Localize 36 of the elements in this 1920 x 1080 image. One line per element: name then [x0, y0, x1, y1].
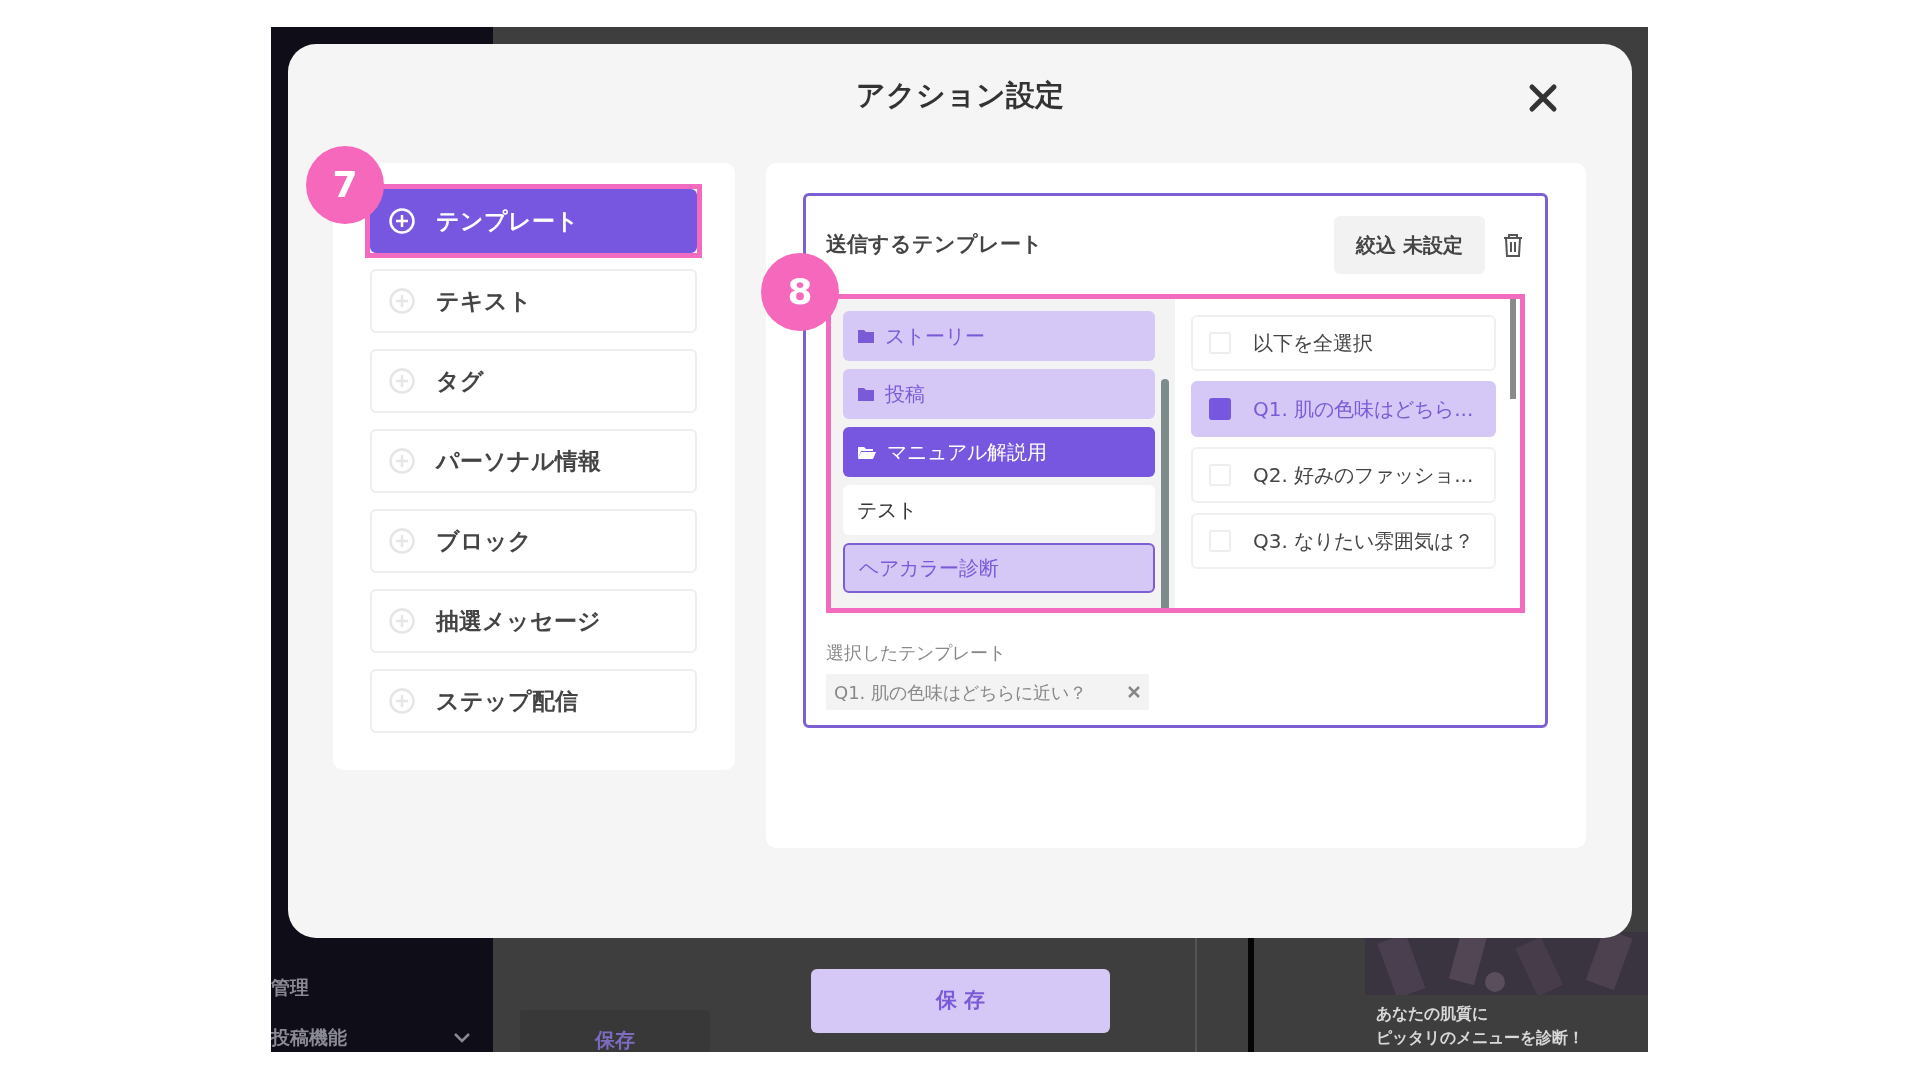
- promo-text: あなたの肌質に: [1376, 1003, 1488, 1025]
- folder-icon: [857, 328, 875, 344]
- action-type-button[interactable]: 抽選メッセージ: [370, 589, 697, 653]
- field-label: 選択したテンプレート: [826, 641, 1007, 665]
- plus-icon: [388, 607, 416, 635]
- step-badge: 7: [306, 146, 384, 224]
- template-item[interactable]: Q2. 好みのファッショ...: [1191, 447, 1496, 503]
- plus-icon: [388, 207, 416, 235]
- action-type-button[interactable]: ブロック: [370, 509, 697, 573]
- chip-text: Q1. 肌の色味はどちらに近い？: [834, 680, 1088, 705]
- action-type-button[interactable]: パーソナル情報: [370, 429, 697, 493]
- plus-icon: [388, 687, 416, 715]
- folder-item[interactable]: テスト: [843, 485, 1155, 535]
- modal-title: アクション設定: [855, 77, 1065, 114]
- action-type-button[interactable]: タグ: [370, 349, 697, 413]
- folder-icon: [857, 444, 877, 460]
- filter-button[interactable]: 絞込 未設定: [1334, 216, 1485, 274]
- plus-icon: [388, 287, 416, 315]
- chevron-icon: [453, 1031, 471, 1043]
- sidebar-section[interactable]: 管理: [271, 973, 309, 1002]
- promo-text: ピッタリのメニューを診断！: [1376, 1027, 1584, 1049]
- action-type-button[interactable]: テキスト: [370, 269, 697, 333]
- plus-icon: [388, 527, 416, 555]
- template-item[interactable]: Q3. なりたい雰囲気は？: [1191, 513, 1496, 569]
- plus-icon: [388, 367, 416, 395]
- folder-icon: [857, 386, 875, 402]
- remove-button[interactable]: [1127, 685, 1142, 699]
- checkbox[interactable]: [1209, 398, 1231, 420]
- close-button[interactable]: [1527, 82, 1559, 114]
- action-type-button[interactable]: テンプレート: [370, 189, 697, 253]
- trash-icon: [1501, 232, 1525, 258]
- template-item[interactable]: 以下を全選択: [1191, 315, 1496, 371]
- action-type-button[interactable]: ステップ配信: [370, 669, 697, 733]
- folder-item[interactable]: マニュアル解説用: [843, 427, 1155, 477]
- sidebar-section[interactable]: 投稿機能: [271, 1023, 347, 1052]
- plus-icon: [388, 447, 416, 475]
